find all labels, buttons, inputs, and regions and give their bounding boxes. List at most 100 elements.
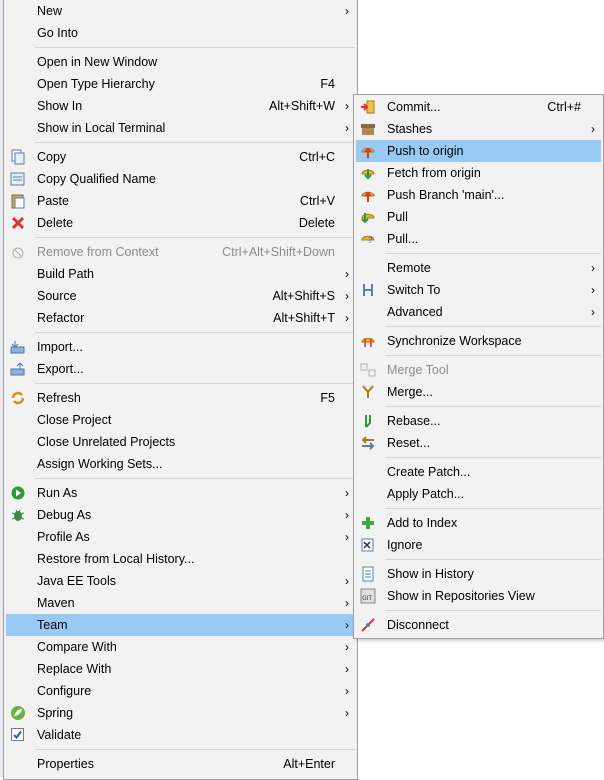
menu-separator <box>35 142 355 143</box>
main-menu-item-open-type-hierarchy[interactable]: Open Type Hierarchy F4 <box>6 73 355 95</box>
main-menu-item-source[interactable]: Source Alt+Shift+S › <box>6 285 355 307</box>
main-menu-item-close-unrelated-projects[interactable]: Close Unrelated Projects <box>6 431 355 453</box>
menu-item-label: Copy <box>37 150 67 164</box>
main-menu-item-replace-with[interactable]: Replace With › <box>6 658 355 680</box>
menu-item-label: Merge... <box>387 385 433 399</box>
main-menu-item-configure[interactable]: Configure › <box>6 680 355 702</box>
menu-item-label: Go Into <box>37 26 78 40</box>
menu-item-label: Build Path <box>37 267 94 281</box>
main-menu-item-remove-from-context[interactable]: Remove from Context Ctrl+Alt+Shift+Down <box>6 241 355 263</box>
main-menu-item-java-ee-tools[interactable]: Java EE Tools › <box>6 570 355 592</box>
menu-separator <box>35 332 355 333</box>
main-menu-item-refactor[interactable]: Refactor Alt+Shift+T › <box>6 307 355 329</box>
main-menu-item-compare-with[interactable]: Compare With › <box>6 636 355 658</box>
main-menu-item-go-into[interactable]: Go Into <box>6 22 355 44</box>
team-menu-item-merge[interactable]: Merge... <box>356 381 601 403</box>
main-menu-item-maven[interactable]: Maven › <box>6 592 355 614</box>
repositories-icon: GIT <box>360 588 376 604</box>
menu-item-label: Add to Index <box>387 516 458 530</box>
disconnect-icon <box>361 618 375 632</box>
menu-item-label: Show In <box>37 99 83 113</box>
main-menu-item-validate[interactable]: Validate <box>6 724 355 746</box>
team-menu-item-disconnect[interactable]: Disconnect <box>356 614 601 636</box>
menu-item-label: Create Patch... <box>387 465 471 479</box>
main-menu-item-profile-as[interactable]: Profile As › <box>6 526 355 548</box>
main-menu-item-copy-qualified-name[interactable]: Copy Qualified Name <box>6 168 355 190</box>
team-menu-item-stashes[interactable]: Stashes › <box>356 118 601 140</box>
main-menu-item-build-path[interactable]: Build Path › <box>6 263 355 285</box>
submenu-arrow-icon: › <box>345 267 349 281</box>
menu-item-label: Replace With <box>37 662 112 676</box>
menu-item-label: Configure <box>37 684 92 698</box>
team-menu-item-add-to-index[interactable]: Add to Index <box>356 512 601 534</box>
push-icon <box>361 147 375 158</box>
menu-item-shortcut: Alt+Shift+S <box>272 289 335 303</box>
main-menu-item-refresh[interactable]: Refresh F5 <box>6 387 355 409</box>
main-menu-item-delete[interactable]: Delete Delete <box>6 212 355 234</box>
team-menu-item-push-branch-main[interactable]: Push Branch 'main'... <box>356 184 601 206</box>
menu-item-label: Restore from Local History... <box>37 552 195 566</box>
main-menu-item-properties[interactable]: Properties Alt+Enter <box>6 753 355 775</box>
main-menu-item-new[interactable]: New › <box>6 0 355 22</box>
team-menu-item-commit[interactable]: Commit... Ctrl+# <box>356 96 601 118</box>
submenu-arrow-icon: › <box>345 99 349 113</box>
menu-item-label: Remove from Context <box>37 245 159 259</box>
menu-separator <box>35 383 355 384</box>
menu-item-shortcut: Alt+Shift+T <box>273 311 335 325</box>
menu-item-label: Refresh <box>37 391 81 405</box>
main-menu-item-team[interactable]: Team › <box>6 614 355 636</box>
main-menu-item-assign-working-sets[interactable]: Assign Working Sets... <box>6 453 355 475</box>
main-menu-item-show-in-local-terminal[interactable]: Show in Local Terminal › <box>6 117 355 139</box>
export-icon <box>10 362 25 376</box>
submenu-arrow-icon: › <box>345 486 349 500</box>
menu-separator <box>385 253 601 254</box>
team-menu-item-pull[interactable]: Pull <box>356 206 601 228</box>
main-menu-item-restore-from-local-history[interactable]: Restore from Local History... <box>6 548 355 570</box>
team-menu-item-switch-to[interactable]: Switch To › <box>356 279 601 301</box>
menu-item-label: Push to origin <box>387 144 464 158</box>
menu-item-shortcut: F5 <box>320 391 335 405</box>
validate-check-icon <box>11 728 24 741</box>
commit-icon <box>361 100 375 114</box>
main-menu-item-import[interactable]: Import... <box>6 336 355 358</box>
menu-separator <box>385 355 601 356</box>
team-menu-item-ignore[interactable]: Ignore <box>356 534 601 556</box>
submenu-arrow-icon: › <box>345 706 349 720</box>
team-menu-item-merge-tool[interactable]: Merge Tool <box>356 359 601 381</box>
team-menu-item-push-to-origin[interactable]: Push to origin <box>356 140 601 162</box>
main-menu-item-spring[interactable]: Spring › <box>6 702 355 724</box>
main-menu-item-export[interactable]: Export... <box>6 358 355 380</box>
svg-text:GIT: GIT <box>362 595 372 602</box>
main-menu-item-paste[interactable]: Paste Ctrl+V <box>6 190 355 212</box>
project-context-menu: New › Go Into Open in New Window Open Type H… <box>3 0 358 780</box>
team-menu-item-show-in-repositories-view[interactable]: GIT Show in Repositories View <box>356 585 601 607</box>
paste-icon <box>11 194 25 209</box>
menu-item-label: Copy Qualified Name <box>37 172 156 186</box>
team-menu-item-create-patch[interactable]: Create Patch... <box>356 461 601 483</box>
main-menu-item-debug-as[interactable]: Debug As › <box>6 504 355 526</box>
team-menu-item-advanced[interactable]: Advanced › <box>356 301 601 323</box>
team-menu-item-synchronize-workspace[interactable]: Synchronize Workspace <box>356 330 601 352</box>
delete-icon <box>11 216 25 230</box>
team-menu-item-remote[interactable]: Remote › <box>356 257 601 279</box>
team-menu-item-show-in-history[interactable]: Show in History <box>356 563 601 585</box>
team-menu-item-rebase[interactable]: Rebase... <box>356 410 601 432</box>
main-menu-item-close-project[interactable]: Close Project <box>6 409 355 431</box>
team-menu-item-reset[interactable]: Reset... <box>356 432 601 454</box>
team-menu-item-pull[interactable]: ? Pull... <box>356 228 601 250</box>
submenu-arrow-icon: › <box>591 283 595 297</box>
main-menu-item-open-in-new-window[interactable]: Open in New Window <box>6 51 355 73</box>
menu-item-shortcut: Alt+Shift+W <box>269 99 335 113</box>
main-menu-item-run-as[interactable]: Run As › <box>6 482 355 504</box>
submenu-arrow-icon: › <box>345 508 349 522</box>
menu-item-label: Advanced <box>387 305 443 319</box>
submenu-arrow-icon: › <box>591 261 595 275</box>
menu-item-label: Ignore <box>387 538 423 552</box>
main-menu-item-copy[interactable]: Copy Ctrl+C <box>6 146 355 168</box>
menu-item-label: Merge Tool <box>387 363 449 377</box>
menu-separator <box>385 326 601 327</box>
main-menu-item-show-in[interactable]: Show In Alt+Shift+W › <box>6 95 355 117</box>
menu-item-label: Team <box>37 618 68 632</box>
team-menu-item-fetch-from-origin[interactable]: Fetch from origin <box>356 162 601 184</box>
team-menu-item-apply-patch[interactable]: Apply Patch... <box>356 483 601 505</box>
